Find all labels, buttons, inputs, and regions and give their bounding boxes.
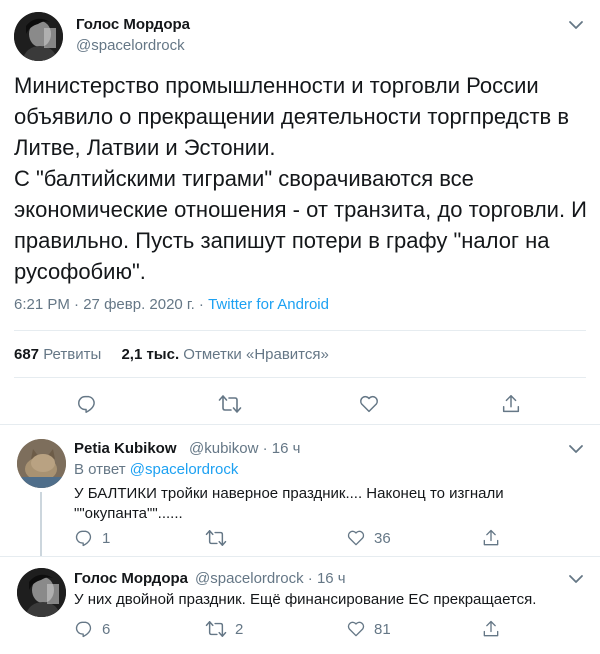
- reply-count: 6: [102, 620, 111, 638]
- chevron-down-icon[interactable]: [566, 15, 586, 35]
- tweet-meta: 6:21 PM · 27 февр. 2020 г. · Twitter for…: [14, 296, 329, 313]
- chevron-down-icon[interactable]: [566, 439, 586, 459]
- reply-time[interactable]: · 16 ч: [308, 570, 346, 587]
- like-button[interactable]: [358, 393, 380, 415]
- tweet-date[interactable]: 27 февр. 2020 г.: [83, 296, 195, 313]
- reply-tweet[interactable]: Голос Мордора @spacelordrock · 16 ч У ни…: [0, 556, 600, 654]
- speech-bubble-icon: [75, 621, 92, 638]
- share-icon: [483, 620, 499, 637]
- reply-time[interactable]: · 16 ч: [263, 440, 301, 457]
- reply-avatar[interactable]: [17, 439, 66, 488]
- share-icon: [483, 529, 499, 546]
- retweet-button[interactable]: [218, 393, 242, 415]
- reply-handle[interactable]: @spacelordrock: [195, 570, 304, 587]
- reply-button[interactable]: 6: [74, 619, 110, 639]
- likes-stat[interactable]: 2,1 тыс. Отметки «Нравится»: [121, 346, 328, 363]
- retweets-label: Ретвиты: [43, 346, 102, 363]
- like-button[interactable]: 81: [346, 619, 391, 639]
- speech-bubble-icon: [78, 395, 95, 413]
- like-count: 81: [374, 620, 391, 638]
- reply-tweet[interactable]: Petia Kubikow @kubikow · 16 ч В ответ @s…: [0, 426, 600, 556]
- reply-button[interactable]: 1: [74, 528, 110, 548]
- in-reply-to: В ответ @spacelordrock: [74, 461, 238, 478]
- reply-handle[interactable]: @kubikow: [189, 440, 258, 457]
- meta-separator: ·: [198, 296, 204, 313]
- chevron-down-icon[interactable]: [566, 569, 586, 589]
- author-handle[interactable]: @spacelordrock: [76, 37, 185, 54]
- reply-author-handle: @kubikow · 16 ч: [189, 440, 300, 457]
- tweet-source[interactable]: Twitter for Android: [208, 296, 329, 313]
- retweet-icon: [205, 530, 227, 546]
- main-tweet: Голос Мордора @spacelordrock Министерств…: [0, 0, 600, 425]
- reply-author-name[interactable]: Petia Kubikow: [74, 440, 177, 457]
- reply-text: У них двойной праздник. Ещё финансирован…: [74, 591, 537, 608]
- reply-avatar[interactable]: [17, 568, 66, 617]
- divider: [14, 377, 586, 378]
- share-button[interactable]: [481, 619, 501, 639]
- author-name[interactable]: Голос Мордора: [76, 16, 190, 33]
- heart-icon: [360, 395, 378, 413]
- author-avatar[interactable]: [14, 12, 63, 61]
- retweet-button[interactable]: [205, 528, 227, 548]
- reply-author-name[interactable]: Голос Мордора: [74, 570, 188, 587]
- reply-count: 1: [102, 529, 111, 547]
- tweet-stats: 687 Ретвиты 2,1 тыс. Отметки «Нравится»: [14, 346, 329, 363]
- retweet-count: 2: [235, 620, 244, 638]
- share-icon: [502, 395, 520, 413]
- retweet-icon: [218, 395, 242, 413]
- heart-icon: [347, 621, 365, 637]
- tweet-time[interactable]: 6:21 PM: [14, 296, 70, 313]
- retweets-count: 687: [14, 346, 40, 363]
- thread-line: [40, 492, 42, 556]
- heart-icon: [347, 530, 365, 546]
- reply-button[interactable]: [76, 393, 98, 415]
- tweet-text: Министерство промышленности и торговли Р…: [14, 73, 587, 284]
- reply-mention[interactable]: @spacelordrock: [130, 461, 239, 478]
- share-button[interactable]: [500, 393, 522, 415]
- retweet-button[interactable]: 2: [205, 619, 243, 639]
- reply-author-handle: @spacelordrock · 16 ч: [195, 570, 346, 587]
- retweets-stat[interactable]: 687 Ретвиты: [14, 346, 101, 363]
- likes-label: Отметки «Нравится»: [183, 346, 329, 363]
- in-reply-label: В ответ: [74, 461, 126, 478]
- share-button[interactable]: [481, 528, 501, 548]
- likes-count: 2,1 тыс.: [121, 346, 180, 363]
- divider: [14, 330, 586, 331]
- retweet-icon: [205, 621, 227, 637]
- like-button[interactable]: 36: [346, 528, 391, 548]
- speech-bubble-icon: [75, 530, 92, 547]
- like-count: 36: [374, 529, 391, 547]
- reply-text: У БАЛТИКИ тройки наверное праздник.... Н…: [74, 485, 504, 522]
- meta-separator: ·: [74, 296, 80, 313]
